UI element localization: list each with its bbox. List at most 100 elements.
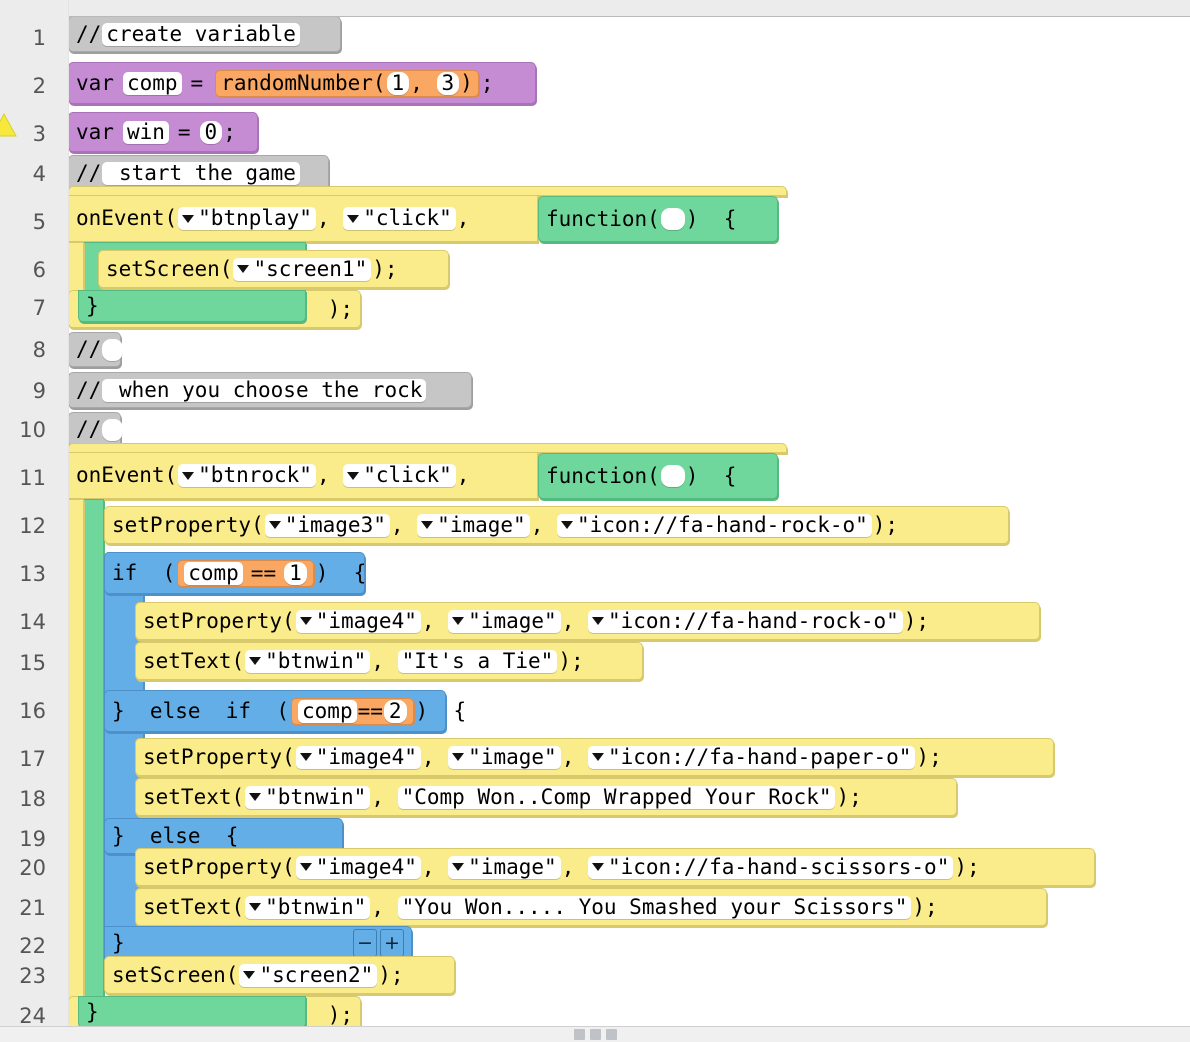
arg-separator: , [390,512,417,537]
block-function-close-rock[interactable]: } [78,996,306,1028]
function-param-field[interactable] [660,208,685,230]
line-number-16: 16 [19,699,46,723]
comparison-left-field[interactable]: comp [184,561,243,585]
block-function-header-rock[interactable]: function( ) { [538,453,778,499]
chevron-down-icon [243,971,256,979]
comparison-left-field[interactable]: comp [298,699,357,723]
block-function-close-play[interactable]: } [78,290,306,322]
block-else-if-comp-equals-2[interactable]: } else if ( comp == 2 ) { [104,690,466,732]
comment-text-field-1[interactable]: create variable [102,22,300,46]
comment-text-field-10[interactable] [102,418,124,441]
comment-slashes: // [76,417,102,441]
block-comparison-1[interactable]: comp == 1 [177,559,314,587]
setproperty-element-dropdown-image4[interactable]: "image4" [295,855,421,879]
setproperty-call: setProperty( [143,744,295,769]
block-setproperty-image4-paper[interactable]: setProperty( "image4" , "image" , "icon:… [135,738,1054,776]
var-value-field-win[interactable]: 0 [199,120,223,144]
block-comment-line-1[interactable]: // create variable [68,16,341,52]
chevron-down-icon [591,617,604,625]
drag-dot [589,1029,601,1040]
arg-separator: , [456,463,483,487]
setproperty-property-dropdown-image[interactable]: "image" [417,513,530,537]
comparison-operator: == [250,560,277,585]
onevent-element-dropdown-btnrock[interactable]: "btnrock" [178,464,316,487]
var-name-field-comp[interactable]: comp [122,71,182,95]
remove-branch-button[interactable]: − [353,929,377,957]
block-onevent-btnplay[interactable]: onEvent( "btnplay" , "click" , [68,196,538,242]
block-randomnumber[interactable]: randomNumber( 1 , 3 ) [215,69,479,97]
comment-slashes: // [76,337,102,361]
block-if-close[interactable]: } − + [104,926,412,960]
setproperty-value-dropdown-paper-icon[interactable]: "icon://fa-hand-paper-o" [587,745,916,769]
block-settext-you-won[interactable]: setText( "btnwin" , "You Won..... You Sm… [135,888,1047,926]
block-comment-line-9[interactable]: // when you choose the rock [68,372,472,408]
onevent-element-dropdown-btnplay[interactable]: "btnplay" [178,207,316,230]
settext-value-field-tie[interactable]: "It's a Tie" [397,649,558,673]
setproperty-element-dropdown-image4[interactable]: "image4" [295,609,421,633]
setscreen-dropdown-screen2[interactable]: "screen2" [239,962,378,987]
block-comment-line-10[interactable]: // [68,412,124,447]
block-setproperty-image4-rock[interactable]: setProperty( "image4" , "image" , "icon:… [135,602,1040,640]
arg-separator: , [530,512,556,537]
block-settext-comp-won[interactable]: setText( "btnwin" , "Comp Won..Comp Wrap… [135,778,957,816]
comment-text-field-9[interactable]: when you choose the rock [102,378,427,402]
block-setproperty-image4-scissors[interactable]: setProperty( "image4" , "image" , "icon:… [135,848,1095,886]
function-param-field[interactable] [660,465,685,487]
chevron-down-icon [268,521,281,529]
warning-triangle-icon[interactable] [0,113,17,137]
comment-slashes: // [76,21,102,46]
settext-value-field-you-won[interactable]: "You Won..... You Smashed your Scissors" [397,895,912,919]
drag-dot [605,1029,617,1040]
dropdown-value: "icon://fa-hand-rock-o" [576,512,868,537]
comment-text-field-8[interactable] [102,338,124,361]
block-setscreen-screen2[interactable]: setScreen( "screen2" ); [104,956,455,994]
setproperty-element-dropdown-image4[interactable]: "image4" [295,745,421,769]
onevent-event-dropdown-click[interactable]: "click" [343,207,456,230]
else-if-open-brace: ) { [415,698,467,723]
var-name-field-win[interactable]: win [122,120,169,144]
onevent-event-dropdown-click-rock[interactable]: "click" [343,464,456,487]
onevent-close-paren: ); [327,1002,353,1027]
arg-separator: , [456,206,483,230]
line-number-2: 2 [32,74,46,98]
line-number-15: 15 [19,651,46,675]
block-var-comp[interactable]: var comp = randomNumber( 1 , 3 ) ; [68,62,536,104]
block-comparison-2[interactable]: comp == 2 [291,697,414,725]
settext-element-dropdown-btnwin[interactable]: "btnwin" [245,785,371,809]
dropdown-value: "icon://fa-hand-scissors-o" [607,854,950,879]
add-branch-button[interactable]: + [380,929,404,957]
function-open-brace: ) { [685,206,737,231]
block-function-header-play[interactable]: function( ) { [538,196,778,242]
randomnumber-min-field[interactable]: 1 [386,71,410,95]
setproperty-property-dropdown-image[interactable]: "image" [448,609,561,633]
block-var-win[interactable]: var win = 0 ; [68,112,258,152]
block-setproperty-image3[interactable]: setProperty( "image3" , "image" , "icon:… [104,506,1009,544]
comparison-right-field[interactable]: 2 [383,699,407,723]
setproperty-value-dropdown-rock-icon[interactable]: "icon://fa-hand-rock-o" [556,512,872,537]
setproperty-value-dropdown-rock-icon[interactable]: "icon://fa-hand-rock-o" [587,609,903,633]
settext-value-field-comp-won[interactable]: "Comp Won..Comp Wrapped Your Rock" [397,785,836,809]
block-comment-line-8[interactable]: // [68,332,124,367]
arg-separator: , [371,648,397,673]
setproperty-close: ); [903,608,930,633]
resize-drag-handle[interactable] [0,1026,1190,1042]
block-setscreen-screen1[interactable]: setScreen( "screen1" ); [98,250,449,288]
dropdown-value: "screen2" [259,962,374,987]
block-onevent-btnrock[interactable]: onEvent( "btnrock" , "click" , [68,453,538,499]
randomnumber-max-field[interactable]: 3 [436,71,460,95]
if-open-brace: ) { [315,560,367,585]
comparison-right-field[interactable]: 1 [284,561,307,585]
comment-text-field-4[interactable]: start the game [102,161,300,185]
settext-element-dropdown-btnwin[interactable]: "btnwin" [245,649,371,673]
setproperty-close: ); [954,854,980,879]
setscreen-dropdown-screen1[interactable]: "screen1" [233,257,372,281]
setproperty-property-dropdown-image[interactable]: "image" [448,745,561,769]
setproperty-element-dropdown-image3[interactable]: "image3" [264,513,390,537]
block-if-comp-equals-1[interactable]: if ( comp == 1 ) { [104,552,367,594]
setproperty-property-dropdown-image[interactable]: "image" [448,855,561,879]
arg-separator: , [316,206,343,230]
block-onevent-rail-rock [68,499,84,1030]
settext-element-dropdown-btnwin[interactable]: "btnwin" [245,895,371,919]
setproperty-value-dropdown-scissors-icon[interactable]: "icon://fa-hand-scissors-o" [587,854,954,879]
block-settext-tie[interactable]: setText( "btnwin" , "It's a Tie" ); [135,642,643,680]
